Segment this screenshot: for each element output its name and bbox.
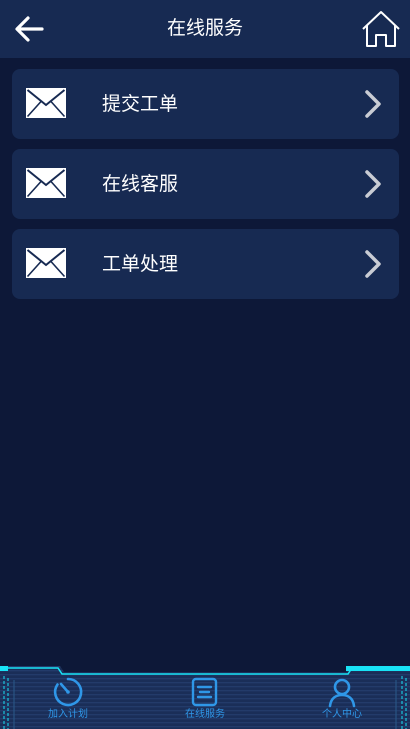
tab-label: 加入计划 bbox=[48, 709, 88, 720]
mail-icon bbox=[26, 168, 66, 198]
tab-join-plan[interactable]: 加入计划 bbox=[18, 676, 118, 729]
timer-icon bbox=[53, 677, 83, 707]
menu-item-online-support[interactable]: 在线客服 bbox=[12, 149, 399, 219]
mail-icon bbox=[26, 248, 66, 278]
menu-item-submit-ticket[interactable]: 提交工单 bbox=[12, 69, 399, 139]
tab-personal-center[interactable]: 个人中心 bbox=[292, 676, 392, 729]
menu-item-ticket-processing[interactable]: 工单处理 bbox=[12, 229, 399, 299]
service-menu-list: 提交工单 在线客服 工单处理 bbox=[12, 69, 399, 309]
tab-label: 个人中心 bbox=[322, 709, 362, 720]
menu-item-label: 工单处理 bbox=[102, 253, 179, 275]
bottom-tab-bar: 加入计划 在线服务 个人中心 bbox=[0, 666, 410, 729]
page-title: 在线服务 bbox=[166, 17, 243, 39]
tab-label: 在线服务 bbox=[185, 709, 225, 720]
header-bar: 在线服务 bbox=[0, 0, 410, 58]
service-list-icon bbox=[191, 677, 218, 707]
tab-online-service[interactable]: 在线服务 bbox=[155, 676, 255, 729]
mail-icon bbox=[26, 88, 66, 118]
chevron-right-icon bbox=[365, 170, 381, 198]
home-icon[interactable] bbox=[360, 8, 402, 50]
menu-item-label: 在线客服 bbox=[102, 173, 179, 195]
menu-item-label: 提交工单 bbox=[102, 93, 179, 115]
chevron-right-icon bbox=[365, 250, 381, 278]
user-icon bbox=[328, 678, 356, 708]
chevron-right-icon bbox=[365, 90, 381, 118]
